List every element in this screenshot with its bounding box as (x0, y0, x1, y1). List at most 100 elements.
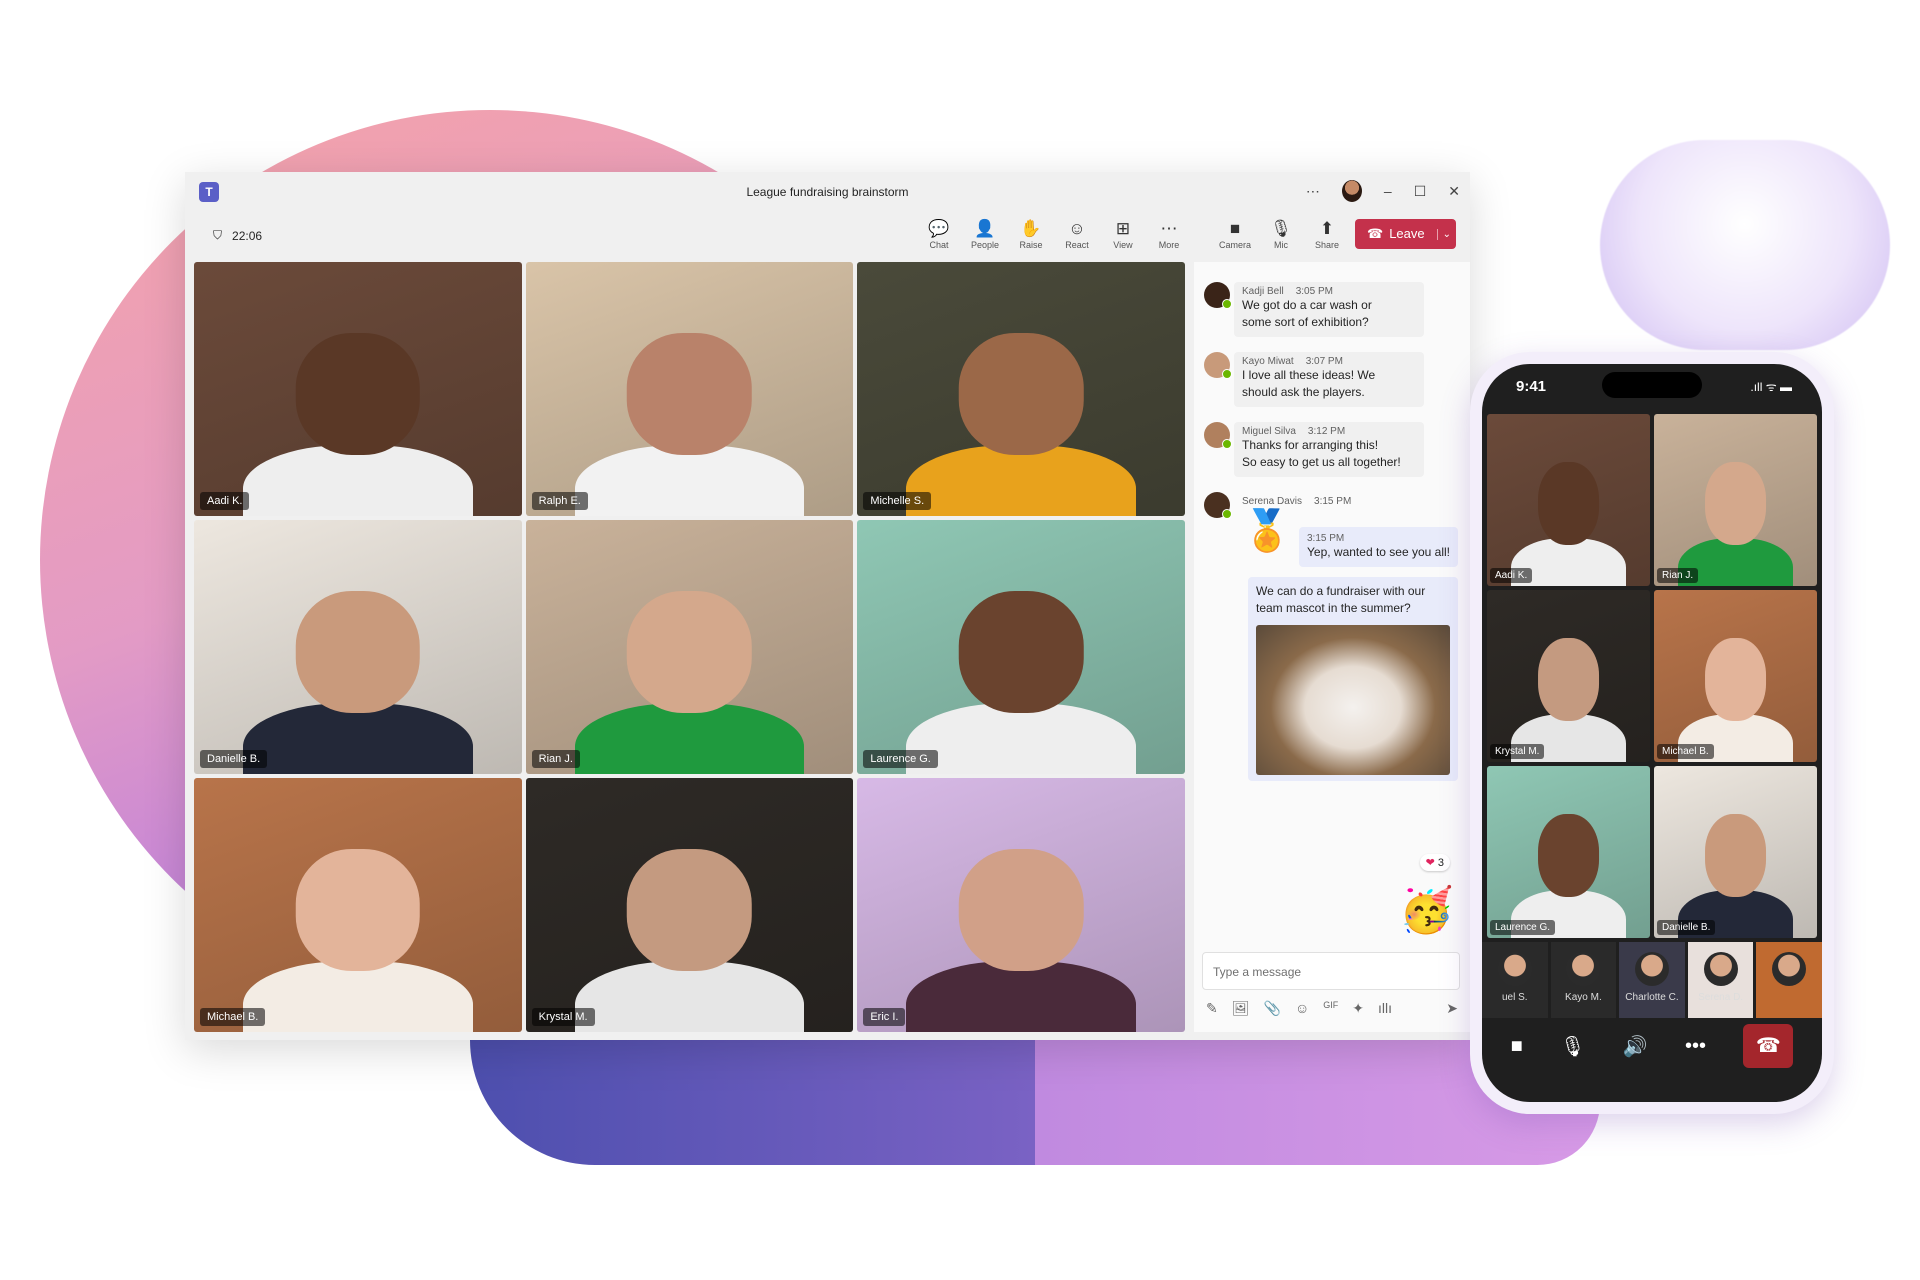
participant-name: Eric I. (863, 1008, 906, 1026)
minimize-button[interactable]: – (1384, 183, 1392, 199)
strip-participant[interactable]: Charlotte C. (1619, 942, 1685, 1018)
toolbar-mic-button[interactable]: 🎙 Mic (1263, 218, 1299, 250)
phone-mockup: 9:41 .ıll ᯤ ▬ Aadi K. Rian J. Krystal M. Mi… (1470, 352, 1834, 1114)
meeting-window: T League fundraising brainstorm ⋯ – ☐ ✕ … (185, 172, 1470, 1040)
sender-name: Kayo Miwat (1242, 356, 1294, 367)
toolbar-camera-button[interactable]: ■ Camera (1217, 218, 1253, 250)
toolbar-raise-button[interactable]: ✋ Raise (1013, 218, 1049, 250)
avatar[interactable] (1204, 422, 1232, 449)
participant-face (1704, 462, 1767, 545)
cloud-decoration (1600, 140, 1890, 350)
toolbar-label: Raise (1019, 240, 1043, 250)
video-tile[interactable]: Michelle S. (857, 262, 1185, 516)
mic-icon[interactable]: 🎙 (1560, 1034, 1585, 1059)
video-tile[interactable]: Rian J. (525, 520, 854, 774)
share-icon: ⬆ (1319, 219, 1335, 238)
reaction-badge[interactable]: ❤ 3 (1419, 854, 1450, 871)
gif-icon[interactable]: GIF (1323, 1000, 1338, 1017)
hand-icon: ✋ (1020, 219, 1042, 238)
status-icons: .ıll ᯤ ▬ (1750, 380, 1792, 394)
toolbar-chat-button[interactable]: 💬 Chat (921, 218, 957, 250)
participant-face (627, 849, 752, 972)
participant-name: Krystal M. (1490, 744, 1545, 759)
close-button[interactable]: ✕ (1448, 183, 1460, 200)
image-icon[interactable]: 🖼 (1232, 1000, 1250, 1017)
video-tile[interactable]: Danielle B. (1654, 766, 1817, 938)
sticker-icon[interactable]: ✦ (1352, 1000, 1364, 1017)
message-text: We got do a car wash or (1242, 298, 1372, 312)
avatar[interactable] (1204, 492, 1232, 519)
leave-button[interactable]: ☎ Leave ⌄ (1354, 219, 1456, 249)
video-tile[interactable]: Aadi K. (1487, 414, 1650, 586)
attach-icon[interactable]: 📎 (1264, 1000, 1281, 1017)
video-tile[interactable]: Eric I. (857, 778, 1185, 1032)
avatar[interactable] (1204, 282, 1232, 309)
video-tile[interactable]: Danielle B. (194, 520, 522, 774)
message-text: some sort of exhibition? (1242, 315, 1369, 329)
video-tile[interactable]: Krystal M. (1487, 590, 1650, 762)
message-text: should ask the players. (1242, 385, 1365, 399)
participant-name: uel S. (1502, 992, 1528, 1003)
participant-face (1704, 638, 1767, 721)
people-icon: 👤 (974, 219, 996, 238)
dog-photo[interactable] (1256, 625, 1450, 775)
send-icon[interactable]: ➤ (1446, 1000, 1458, 1017)
strip-participant[interactable]: Serena D. (1687, 942, 1754, 1018)
participant-name: Danielle B. (1657, 920, 1716, 935)
strip-participant[interactable]: Kayo M. (1550, 942, 1617, 1018)
phone-controls: ■ 🎙 🔊 ••• ☎ (1482, 1024, 1822, 1068)
format-icon[interactable]: ✎ (1206, 1000, 1218, 1017)
maximize-button[interactable]: ☐ (1414, 183, 1427, 200)
participant-body (243, 444, 473, 516)
participant-body (243, 702, 473, 774)
participant-face (1537, 462, 1600, 545)
video-tile[interactable]: Michael B. (194, 778, 522, 1032)
participant-body (906, 702, 1136, 774)
video-tile[interactable]: Michael B. (1654, 590, 1817, 762)
chevron-down-icon[interactable]: ⌄ (1436, 228, 1456, 240)
toolbar-people-button[interactable]: 👤 People (967, 218, 1003, 250)
emoji-icon[interactable]: ☺ (1295, 1000, 1309, 1017)
poll-icon[interactable]: ıllı (1378, 1000, 1392, 1017)
leave-main[interactable]: ☎ Leave (1355, 226, 1437, 242)
message-text: I love all these ideas! We (1242, 368, 1376, 382)
video-tile[interactable]: Aadi K. (194, 262, 522, 516)
video-tile[interactable]: Laurence G. (857, 520, 1185, 774)
more-icon[interactable]: ••• (1685, 1035, 1706, 1058)
strip-participant[interactable]: uel S. (1482, 942, 1548, 1018)
video-tile[interactable]: Laurence G. (1487, 766, 1650, 938)
phone-hangup-icon: ☎ (1366, 226, 1384, 241)
toolbar-label: Camera (1218, 240, 1251, 250)
toolbar-label: More (1158, 240, 1180, 250)
participant-face (627, 591, 752, 714)
chat-icon: 💬 (928, 219, 950, 238)
camera-icon[interactable]: ■ (1511, 1035, 1523, 1058)
toolbar-react-button[interactable]: ☺ React (1059, 218, 1095, 250)
message-time: 3:07 PM (1305, 356, 1343, 367)
sender-name: Miguel Silva (1242, 426, 1296, 437)
hangup-icon[interactable]: ☎ (1743, 1024, 1794, 1068)
message-text: Thanks for arranging this! (1242, 438, 1379, 452)
toolbar-label: People (970, 240, 999, 250)
more-options-button[interactable]: ⋯ (1306, 183, 1320, 200)
avatar[interactable] (1341, 180, 1362, 202)
toolbar-more-button[interactable]: ⋯ More (1151, 218, 1187, 250)
message-text: So easy to get us all together! (1242, 455, 1401, 469)
speaker-icon[interactable]: 🔊 (1623, 1034, 1648, 1059)
video-tile[interactable]: Krystal M. (525, 778, 854, 1032)
chat-message: Miguel Silva 3:12 PM Thanks for arranging … (1204, 422, 1424, 477)
toolbar-view-button[interactable]: ⊞ View (1105, 218, 1141, 250)
message-meta: Serena Davis 3:15 PM (1242, 496, 1416, 507)
participant-name: Michelle S. (863, 492, 932, 510)
participant-body (574, 444, 805, 516)
toolbar-label: Chat (929, 240, 949, 250)
video-tile[interactable]: Ralph E. (525, 262, 854, 516)
sender-name: Serena Davis (1242, 496, 1303, 507)
message-input[interactable]: Type a message (1202, 952, 1460, 990)
strip-participant[interactable] (1756, 942, 1822, 1018)
video-tile[interactable]: Rian J. (1654, 414, 1817, 586)
meeting-timer: 22:06 (232, 228, 263, 243)
avatar[interactable] (1204, 352, 1232, 379)
participant-name: Aadi K. (200, 492, 250, 510)
toolbar-share-button[interactable]: ⬆ Share (1309, 218, 1345, 250)
